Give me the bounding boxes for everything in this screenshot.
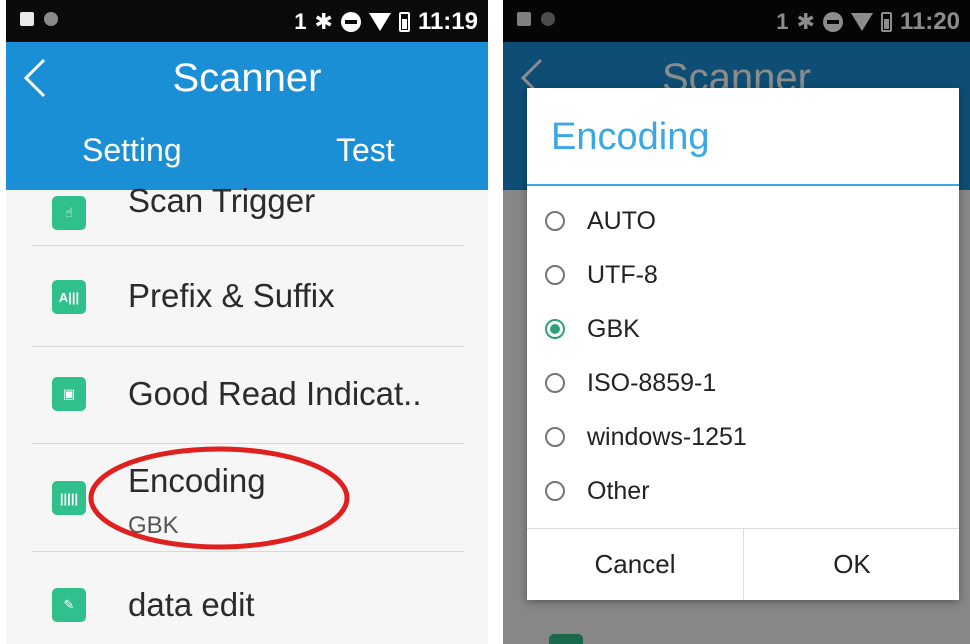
page-title: Scanner: [172, 56, 322, 100]
option-auto[interactable]: AUTO: [527, 196, 959, 250]
radio-button[interactable]: [545, 427, 565, 447]
option-label: GBK: [587, 315, 640, 343]
do-not-disturb-icon: [340, 12, 361, 32]
list-item-scan-trigger[interactable]: ☝ Scan Trigger: [6, 146, 488, 246]
trigger-icon: ☝: [52, 196, 86, 230]
encoding-dialog: Encoding AUTO UTF-8 GBK ISO-8859-1 windo…: [527, 88, 959, 600]
status-bar: 1 ✱ 11:19: [6, 0, 488, 42]
app-bar: Scanner: [6, 42, 488, 114]
option-iso-8859-1[interactable]: ISO-8859-1: [527, 358, 959, 412]
item-label: Prefix & Suffix: [128, 277, 335, 314]
radio-button-selected[interactable]: [545, 319, 565, 339]
bluetooth-icon: ✱: [314, 9, 333, 34]
option-utf-8[interactable]: UTF-8: [527, 250, 959, 304]
right-screen: 1 ✱ 11:20 Scanner Encoding AUTO UTF-8 GB…: [503, 0, 970, 644]
option-windows-1251[interactable]: windows-1251: [527, 412, 959, 466]
radio-button[interactable]: [545, 373, 565, 393]
item-label: Good Read Indicat..: [128, 375, 422, 412]
item-label: data edit: [128, 586, 255, 623]
dialog-title: Encoding: [551, 116, 710, 158]
option-label: AUTO: [587, 207, 656, 235]
list-item-good-read-indicator[interactable]: ▣ Good Read Indicat..: [6, 344, 488, 444]
battery-icon: [398, 12, 410, 32]
radio-button[interactable]: [545, 481, 565, 501]
list-item-data-edit[interactable]: ✎ data edit: [6, 552, 488, 644]
option-other[interactable]: Other: [527, 466, 959, 520]
option-label: Other: [587, 477, 650, 505]
divider: [32, 245, 464, 246]
edit-icon: ✎: [52, 588, 86, 622]
good-read-icon: ▣: [52, 377, 86, 411]
prefix-suffix-icon: A|||: [52, 280, 86, 314]
option-label: windows-1251: [587, 423, 747, 451]
list-item-prefix-suffix[interactable]: A||| Prefix & Suffix: [6, 247, 488, 347]
ok-button[interactable]: OK: [744, 528, 960, 600]
radio-button[interactable]: [545, 211, 565, 231]
status-time: 11:19: [417, 8, 478, 35]
item-label: Scan Trigger: [128, 182, 316, 219]
notification-dot-icon: [44, 12, 58, 26]
sim-indicator: 1: [294, 9, 307, 34]
option-gbk[interactable]: GBK: [527, 304, 959, 358]
radio-button[interactable]: [545, 265, 565, 285]
option-label: UTF-8: [587, 261, 658, 289]
screenshot-notification-icon: [20, 12, 34, 26]
dialog-title-divider: [527, 184, 959, 186]
highlight-ellipse: [88, 446, 350, 550]
option-label: ISO-8859-1: [587, 369, 717, 397]
barcode-icon: |||||: [52, 481, 86, 515]
left-screen: 1 ✱ 11:19 Scanner Setting Test ☝ Scan Tr…: [6, 0, 488, 644]
wifi-icon: [368, 13, 391, 31]
cancel-button[interactable]: Cancel: [527, 528, 743, 600]
